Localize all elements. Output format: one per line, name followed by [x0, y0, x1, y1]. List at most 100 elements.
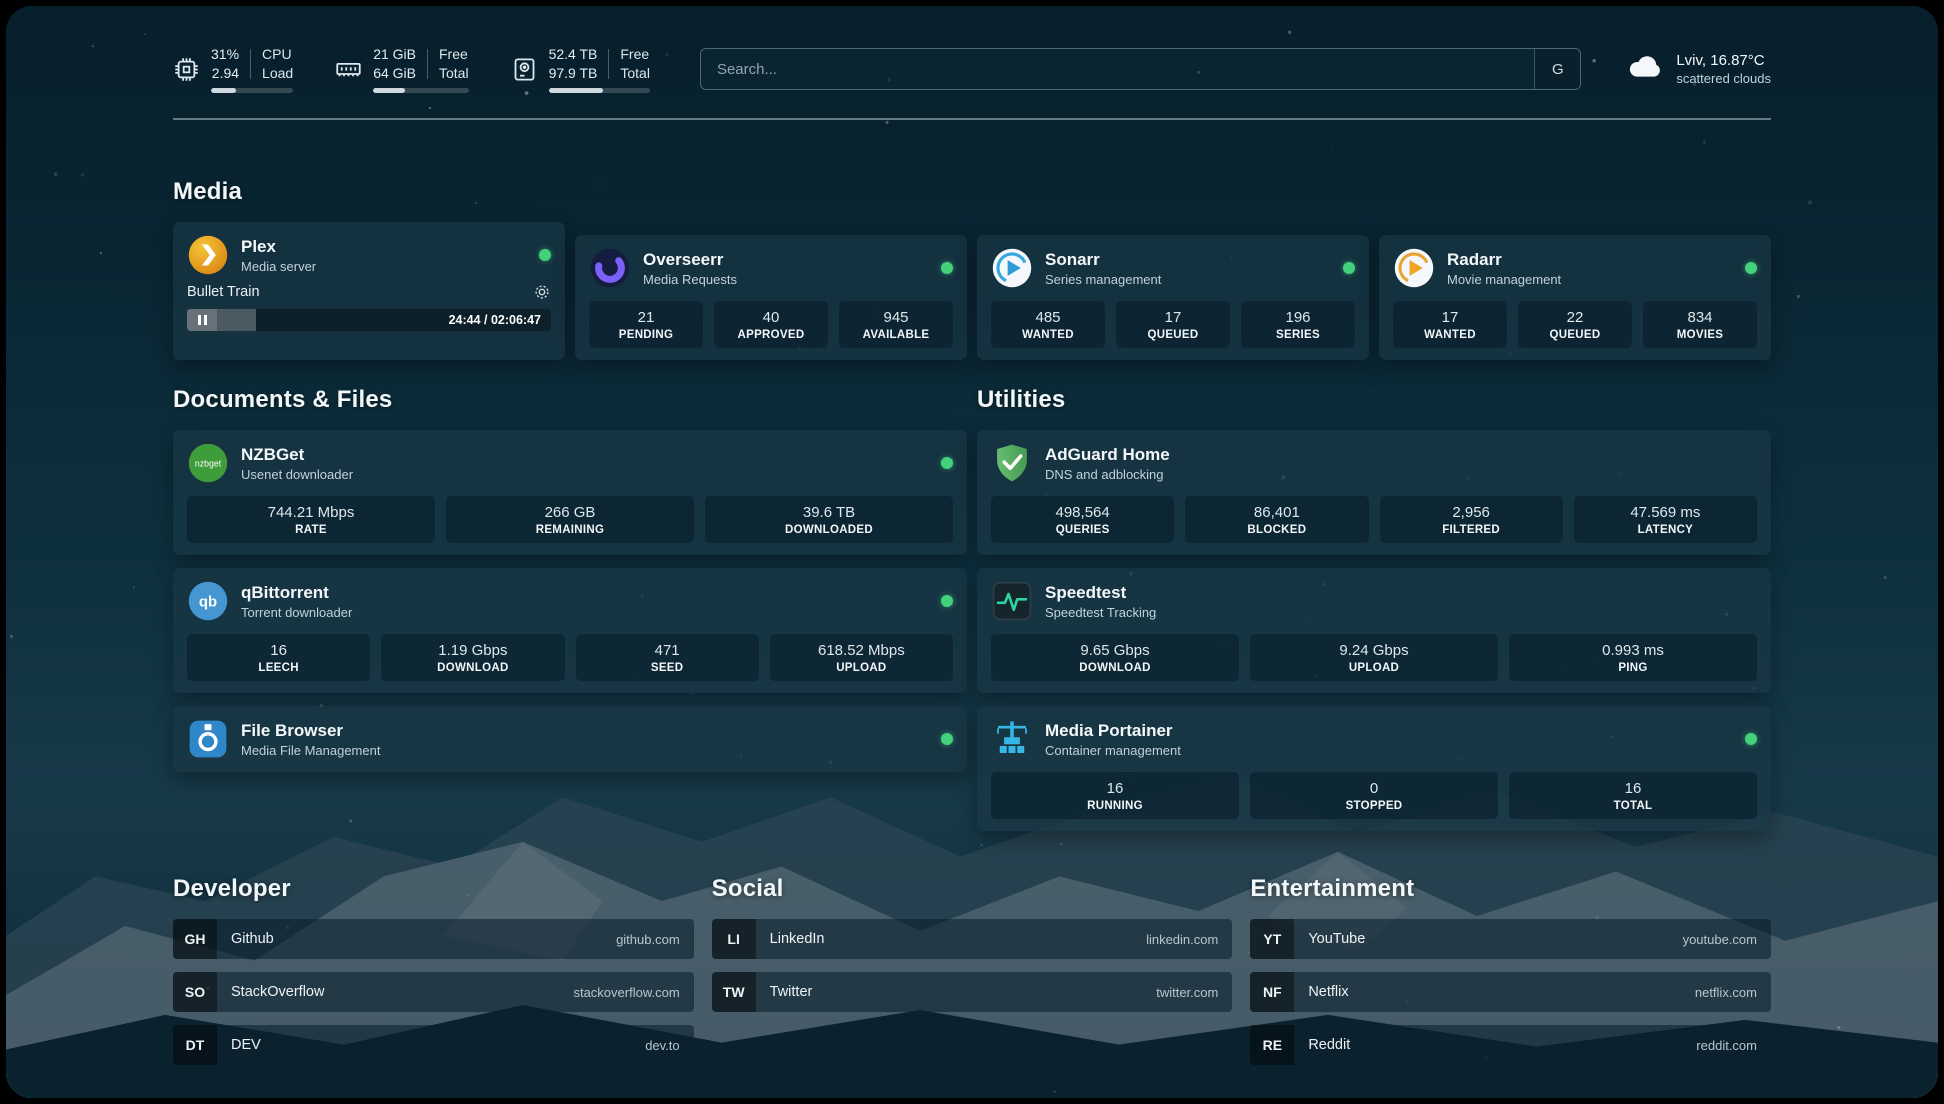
stat-leech: 16LEECH: [187, 634, 370, 681]
card-sonarr[interactable]: Sonarr Series management 485WANTED 17QUE…: [977, 235, 1369, 360]
bookmark-abbr: YT: [1250, 919, 1294, 959]
disk-label-top: Free: [620, 45, 650, 63]
service-subtitle: DNS and adblocking: [1045, 467, 1170, 482]
monitor-divider: [250, 49, 251, 79]
stat-ping: 0.993 msPING: [1509, 634, 1757, 681]
stat-download: 1.19 GbpsDOWNLOAD: [381, 634, 564, 681]
stat-queued: 17QUEUED: [1116, 301, 1230, 348]
disk-label-bottom: Total: [620, 64, 650, 82]
weather-condition: scattered clouds: [1676, 71, 1771, 86]
bookmark-url: youtube.com: [1683, 932, 1771, 947]
bookmark-name: StackOverflow: [217, 984, 324, 1000]
topbar-divider: [173, 118, 1771, 120]
bookmark-name: Github: [217, 931, 274, 947]
monitor-divider: [608, 49, 609, 79]
ram-progress-bar: [373, 88, 468, 93]
ram-label-top: Free: [439, 45, 469, 63]
status-dot: [539, 249, 551, 261]
social-group-title: Social: [712, 875, 1233, 903]
card-qbittorrent[interactable]: qb qBittorrent Torrent downloader 16LEEC…: [173, 568, 967, 693]
status-dot: [941, 733, 953, 745]
card-adguard[interactable]: AdGuard Home DNS and adblocking 498,564Q…: [977, 430, 1771, 555]
cpu-monitor: 31% 2.94 CPU Load: [173, 45, 293, 92]
developer-group-title: Developer: [173, 875, 694, 903]
service-subtitle: Speedtest Tracking: [1045, 605, 1156, 620]
plex-player-bar[interactable]: 24:44 / 02:06:47: [187, 309, 551, 331]
stat-wanted: 485WANTED: [991, 301, 1105, 348]
section-documents-files: Documents & Files nzbget NZBGet Usenet d…: [173, 386, 967, 831]
radarr-icon: [1393, 247, 1435, 289]
plex-icon: [187, 234, 229, 276]
service-subtitle: Series management: [1045, 272, 1161, 287]
bookmark-stackoverflow[interactable]: SO StackOverflow stackoverflow.com: [173, 972, 694, 1012]
card-radarr[interactable]: Radarr Movie management 17WANTED 22QUEUE…: [1379, 235, 1771, 360]
bookmark-linkedin[interactable]: LI LinkedIn linkedin.com: [712, 919, 1233, 959]
service-subtitle: Media Requests: [643, 272, 737, 287]
status-dot: [941, 595, 953, 607]
gear-icon[interactable]: [533, 283, 551, 301]
disk-total-value: 97.9 TB: [549, 64, 598, 82]
pause-icon[interactable]: [187, 309, 217, 331]
card-plex[interactable]: Plex Media server Bullet Train: [173, 222, 565, 360]
bookmark-netflix[interactable]: NF Netflix netflix.com: [1250, 972, 1771, 1012]
cpu-icon: [173, 56, 200, 83]
service-name: Overseerr: [643, 249, 737, 270]
stat-downloaded: 39.6 TBDOWNLOADED: [705, 496, 953, 543]
overseerr-icon: [589, 247, 631, 289]
stat-series: 196SERIES: [1241, 301, 1355, 348]
bookmark-group-developer: Developer GH Github github.com SO StackO…: [173, 875, 694, 1078]
bookmark-abbr: DT: [173, 1025, 217, 1065]
card-filebrowser[interactable]: File Browser Media File Management: [173, 706, 967, 772]
bookmark-url: twitter.com: [1156, 985, 1232, 1000]
stat-movies: 834MOVIES: [1643, 301, 1757, 348]
status-dot: [941, 262, 953, 274]
bookmark-github[interactable]: GH Github github.com: [173, 919, 694, 959]
ram-monitor: 21 GiB 64 GiB Free Total: [335, 45, 468, 92]
svg-text:nzbget: nzbget: [195, 459, 222, 469]
card-overseerr[interactable]: Overseerr Media Requests 21PENDING 40APP…: [575, 235, 967, 360]
stat-upload: 9.24 GbpsUPLOAD: [1250, 634, 1498, 681]
search-engine-button[interactable]: G: [1534, 49, 1580, 89]
entertainment-group-title: Entertainment: [1250, 875, 1771, 903]
stat-running: 16RUNNING: [991, 772, 1239, 819]
ram-free-value: 21 GiB: [373, 45, 416, 63]
bookmark-youtube[interactable]: YT YouTube youtube.com: [1250, 919, 1771, 959]
disk-monitor: 52.4 TB 97.9 TB Free Total: [511, 45, 650, 92]
stat-remaining: 266 GBREMAINING: [446, 496, 694, 543]
service-name: NZBGet: [241, 444, 353, 465]
card-nzbget[interactable]: nzbget NZBGet Usenet downloader 744.21 M…: [173, 430, 967, 555]
search-input[interactable]: [701, 61, 1534, 78]
now-playing-title: Bullet Train: [187, 284, 260, 300]
bookmark-name: Twitter: [756, 984, 813, 1000]
documents-section-title: Documents & Files: [173, 386, 967, 414]
adguard-icon: [991, 442, 1033, 484]
cpu-progress-bar: [211, 88, 293, 93]
service-subtitle: Torrent downloader: [241, 605, 352, 620]
card-portainer[interactable]: Media Portainer Container management 16R…: [977, 706, 1771, 831]
search-bar: G: [700, 48, 1581, 90]
bookmark-twitter[interactable]: TW Twitter twitter.com: [712, 972, 1233, 1012]
monitor-divider: [427, 49, 428, 79]
bookmark-url: netflix.com: [1695, 985, 1771, 1000]
stat-pending: 21PENDING: [589, 301, 703, 348]
bookmark-url: reddit.com: [1696, 1038, 1771, 1053]
sonarr-icon: [991, 247, 1033, 289]
stat-blocked: 86,401BLOCKED: [1185, 496, 1368, 543]
service-name: Speedtest: [1045, 582, 1156, 603]
bookmark-dev[interactable]: DT DEV dev.to: [173, 1025, 694, 1065]
stat-download: 9.65 GbpsDOWNLOAD: [991, 634, 1239, 681]
bookmark-group-entertainment: Entertainment YT YouTube youtube.com NF …: [1250, 875, 1771, 1078]
service-subtitle: Media File Management: [241, 743, 380, 758]
status-dot: [1745, 733, 1757, 745]
status-dot: [941, 457, 953, 469]
cpu-load-value: 2.94: [211, 64, 239, 82]
stat-latency: 47.569 msLATENCY: [1574, 496, 1757, 543]
disk-icon: [511, 56, 538, 83]
service-subtitle: Container management: [1045, 743, 1181, 758]
card-speedtest[interactable]: Speedtest Speedtest Tracking 9.65 GbpsDO…: [977, 568, 1771, 693]
bookmark-abbr: NF: [1250, 972, 1294, 1012]
bookmark-name: YouTube: [1294, 931, 1365, 947]
bookmark-reddit[interactable]: RE Reddit reddit.com: [1250, 1025, 1771, 1065]
stat-seed: 471SEED: [576, 634, 759, 681]
disk-free-value: 52.4 TB: [549, 45, 598, 63]
